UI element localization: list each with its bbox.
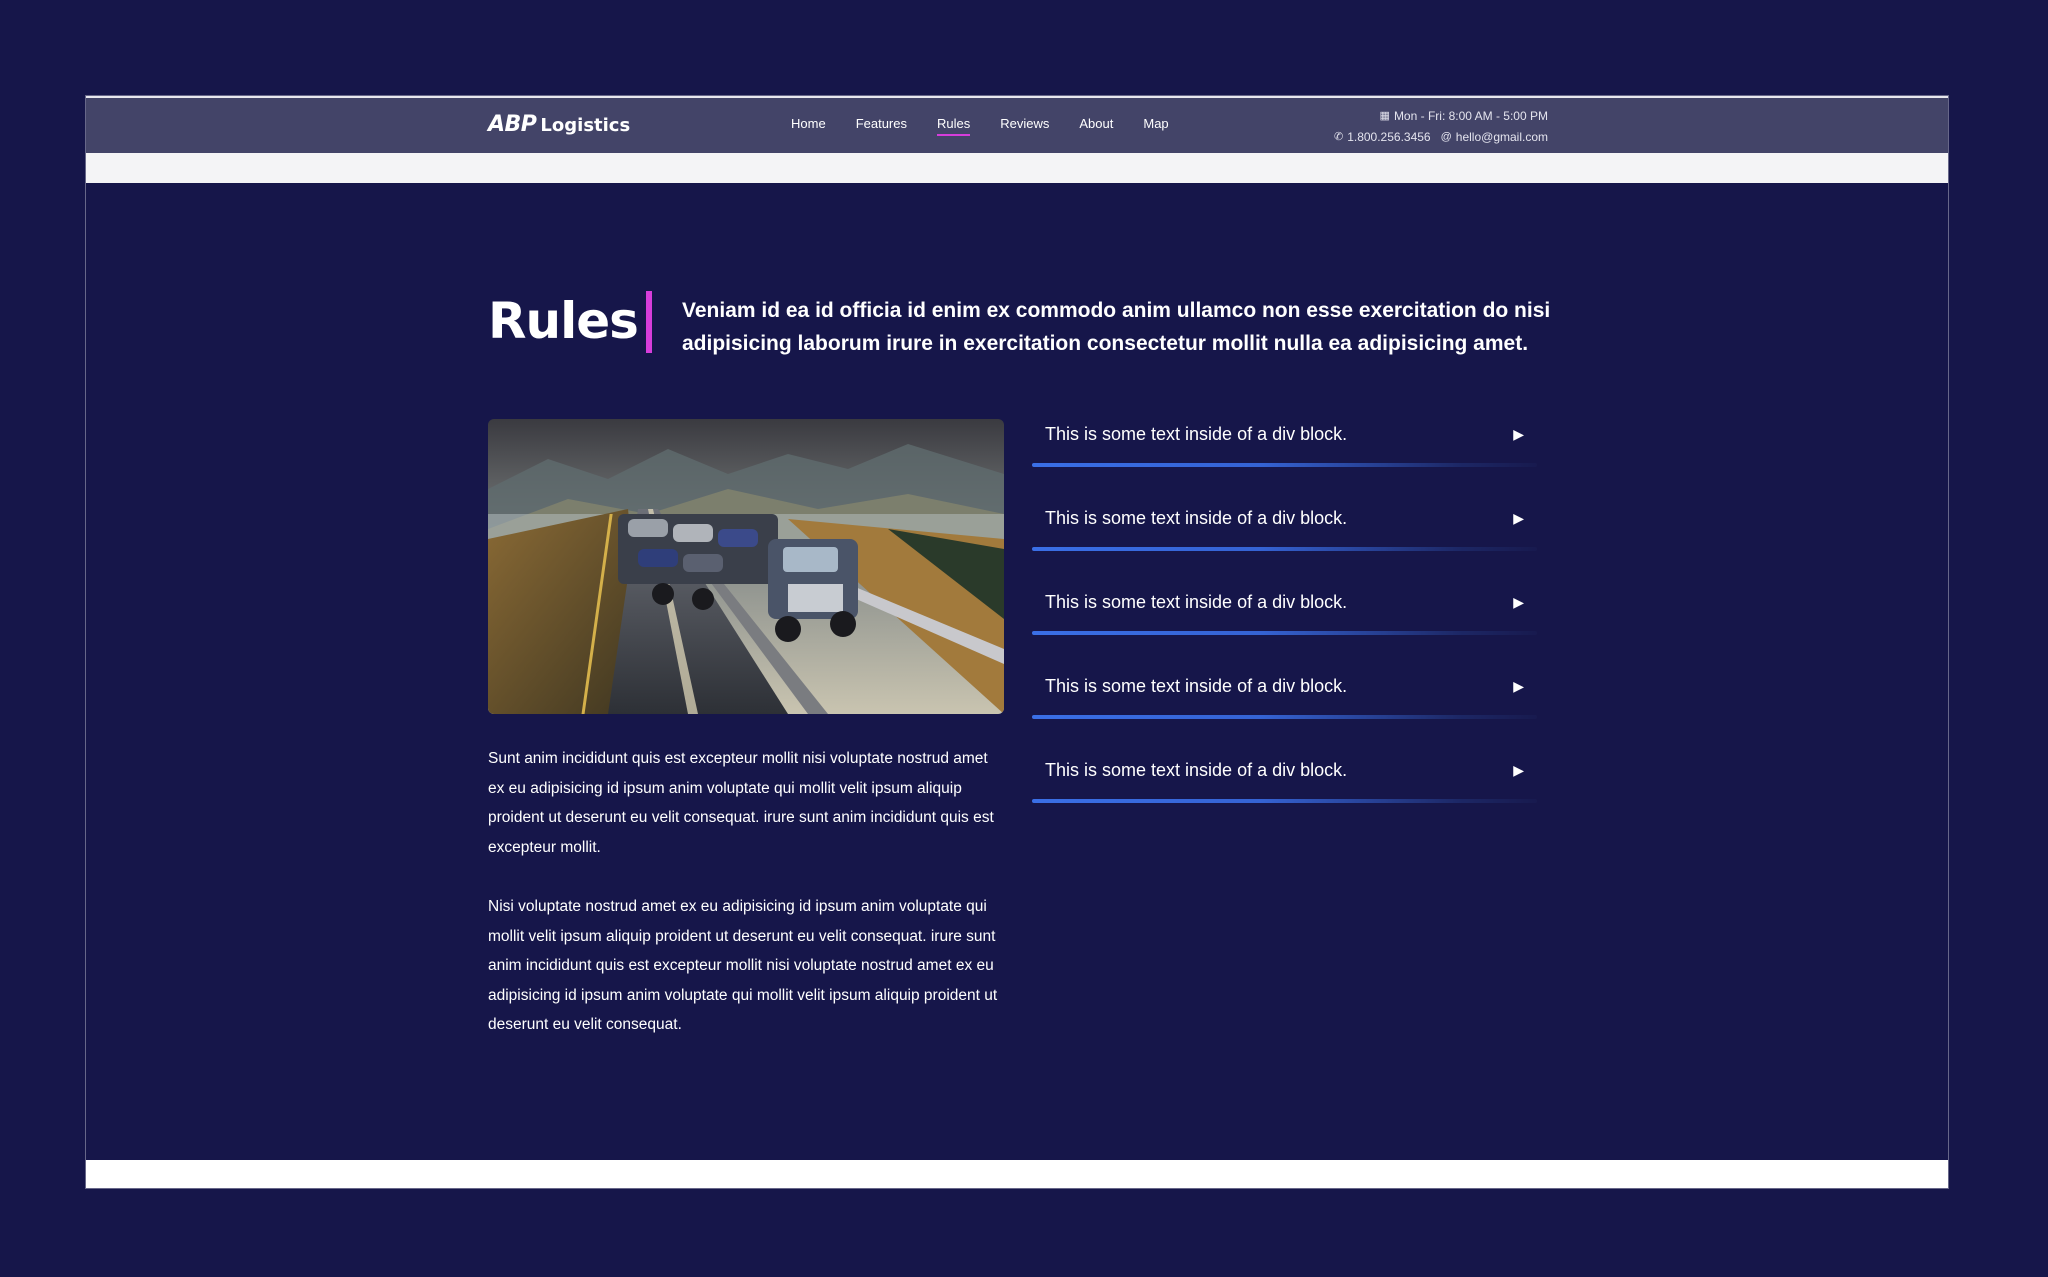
play-arrow-icon: ▶ [1513, 426, 1524, 442]
nav-link-features[interactable]: Features [856, 116, 907, 134]
main-nav: Home Features Rules Reviews About Map [791, 116, 1169, 136]
title-accent-bar [646, 291, 652, 353]
rule-underline [1032, 799, 1537, 803]
nav-link-reviews[interactable]: Reviews [1000, 116, 1049, 134]
calendar-icon: ▦ [1379, 110, 1390, 122]
business-hours: ▦ Mon - Fri: 8:00 AM - 5:00 PM [1380, 106, 1548, 127]
rule-underline [1032, 631, 1537, 635]
rule-underline [1032, 715, 1537, 719]
rule-item-text: This is some text inside of a div block. [1045, 508, 1348, 528]
nav-link-map[interactable]: Map [1143, 116, 1168, 134]
rule-item-4[interactable]: This is some text inside of a div block.… [1032, 671, 1537, 755]
nav-link-rules[interactable]: Rules [937, 116, 971, 136]
phone-icon: ✆ [1333, 131, 1344, 143]
rule-item-1[interactable]: This is some text inside of a div block.… [1032, 419, 1537, 503]
hours-text: Mon - Fri: 8:00 AM - 5:00 PM [1393, 109, 1548, 123]
play-arrow-icon: ▶ [1513, 594, 1524, 610]
nav-link-home[interactable]: Home [791, 116, 826, 134]
body-paragraph-1: Sunt anim incididunt quis est excepteur … [488, 750, 994, 856]
brand-mark: ABP [488, 112, 537, 137]
play-arrow-icon: ▶ [1513, 762, 1524, 778]
play-arrow-icon: ▶ [1513, 510, 1524, 526]
brand-name: Logistics [540, 115, 631, 136]
body-paragraph-2: Nisi voluptate nostrud amet ex eu adipis… [488, 898, 998, 1033]
phone-text: 1.800.256.3456 [1347, 130, 1431, 144]
rule-item-text: This is some text inside of a div block. [1045, 760, 1348, 780]
header-strip [86, 153, 1948, 183]
rules-accordion: This is some text inside of a div block.… [1032, 419, 1537, 839]
section-title: Rules [488, 292, 639, 350]
rule-underline [1032, 463, 1537, 467]
rule-item-3[interactable]: This is some text inside of a div block.… [1032, 587, 1537, 671]
rule-underline [1032, 547, 1537, 551]
email-link[interactable]: @ hello@gmail.com [1441, 127, 1548, 148]
contact-info: ▦ Mon - Fri: 8:00 AM - 5:00 PM ✆ 1.800.2… [1334, 106, 1548, 148]
truck-hero-image [488, 419, 1004, 714]
rule-item-2[interactable]: This is some text inside of a div block.… [1032, 503, 1537, 587]
at-icon: @ [1440, 131, 1452, 143]
nav-link-about[interactable]: About [1079, 116, 1113, 134]
phone-link[interactable]: ✆ 1.800.256.3456 [1334, 127, 1431, 148]
footer-strip [86, 1160, 1948, 1188]
page-frame: ABP Logistics Home Features Rules Review… [85, 95, 1949, 1189]
rule-item-text: This is some text inside of a div block. [1045, 424, 1348, 444]
rule-item-5[interactable]: This is some text inside of a div block.… [1032, 755, 1537, 839]
section-intro: Veniam id ea id officia id enim ex commo… [682, 299, 1551, 355]
navbar: ABP Logistics Home Features Rules Review… [86, 96, 1948, 153]
play-arrow-icon: ▶ [1513, 678, 1524, 694]
rule-item-text: This is some text inside of a div block. [1045, 676, 1348, 696]
rule-item-text: This is some text inside of a div block. [1045, 592, 1348, 612]
brand-logo[interactable]: ABP Logistics [488, 112, 630, 137]
email-text: hello@gmail.com [1455, 130, 1548, 144]
